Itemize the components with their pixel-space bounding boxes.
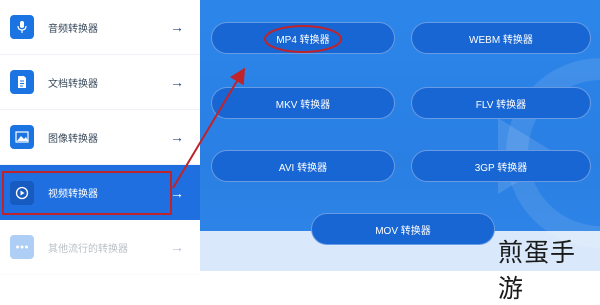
annotation-arrow <box>172 67 246 189</box>
annotation-overlay <box>2 25 342 215</box>
site-watermark: 煎蛋手游 <box>498 238 577 303</box>
highlight-box <box>2 171 172 215</box>
highlight-ellipse <box>264 25 342 53</box>
